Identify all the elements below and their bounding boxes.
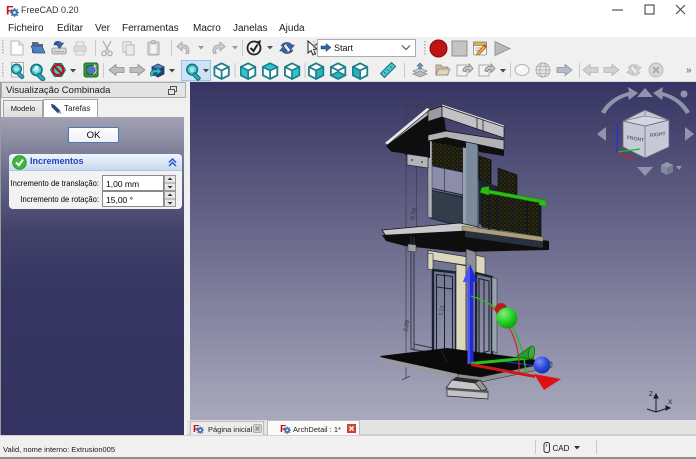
svg-text:»: » [686,65,692,76]
svg-text:Z: Z [649,391,653,398]
svg-text:X: X [668,399,673,406]
svg-text:CAD: CAD [553,444,570,453]
svg-text:Start: Start [334,43,354,53]
